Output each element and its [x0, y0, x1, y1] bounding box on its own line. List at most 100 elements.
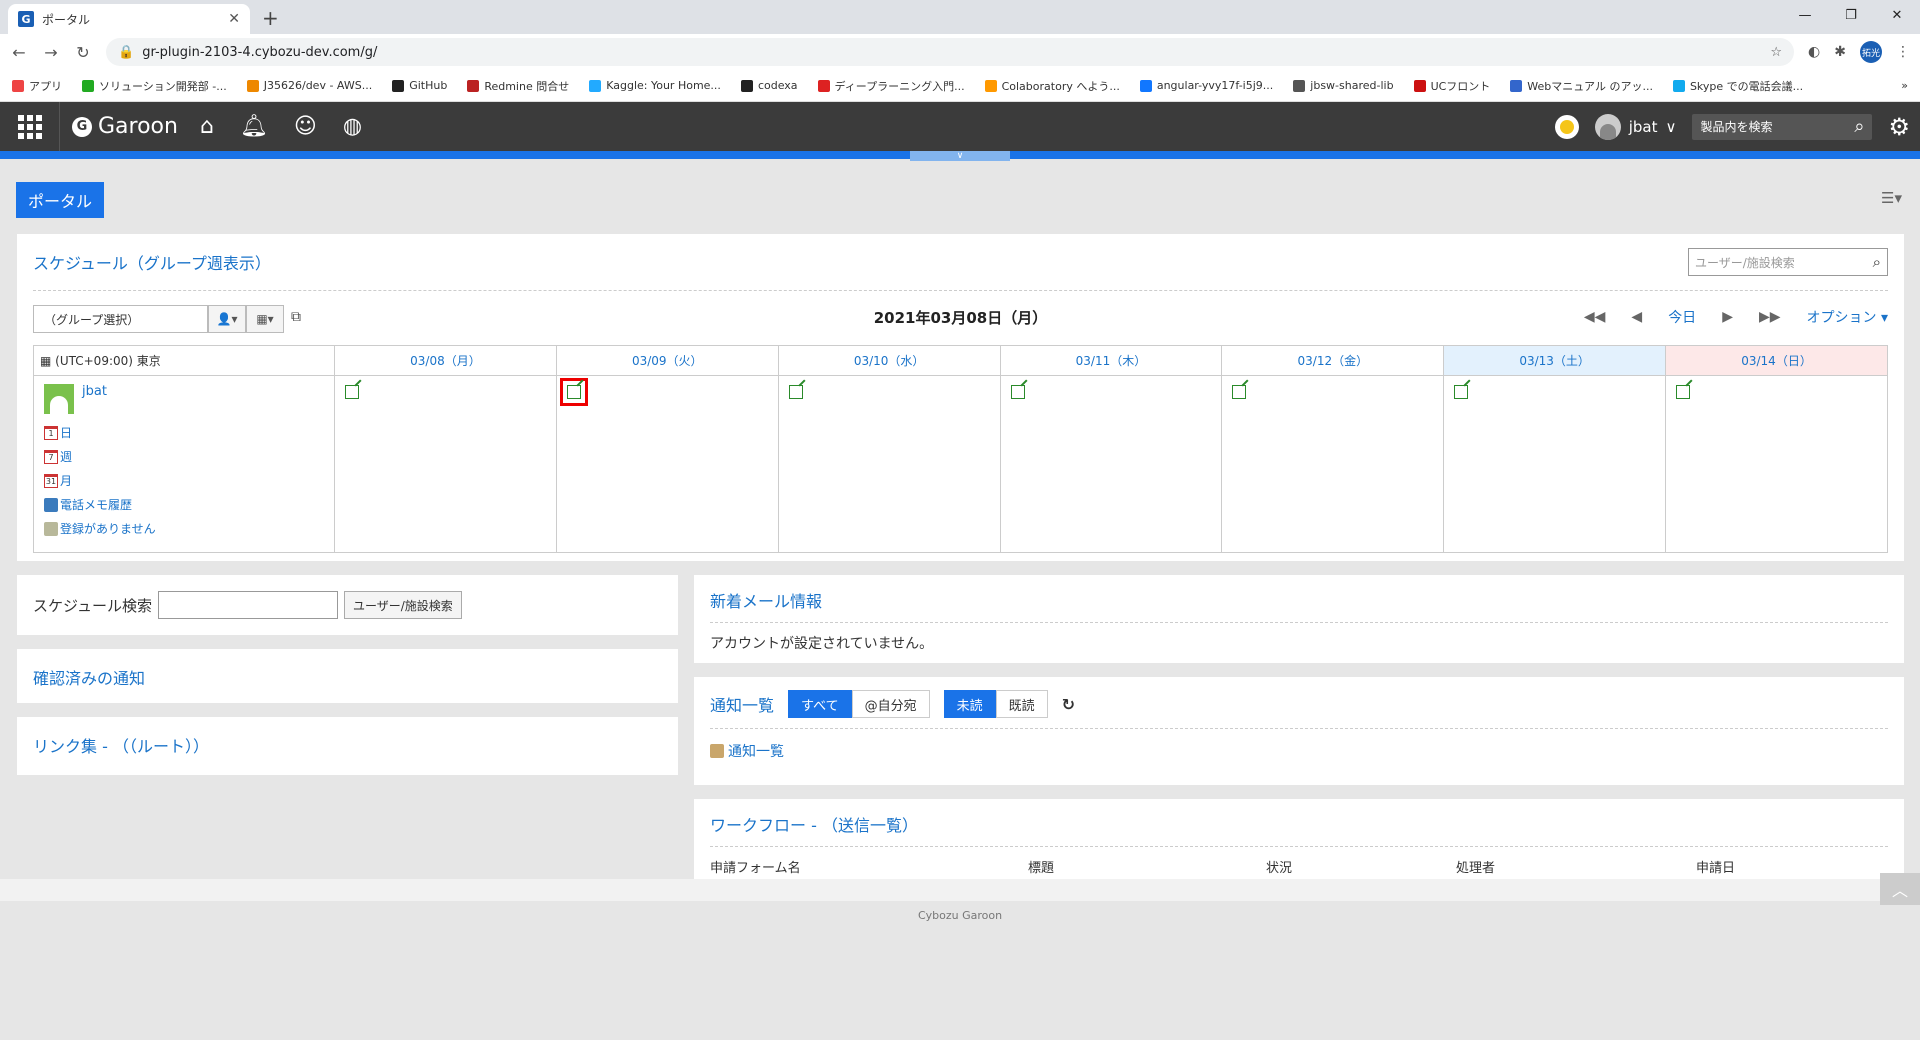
- add-appointment-icon[interactable]: [1232, 385, 1247, 399]
- add-appointment-icon[interactable]: [788, 385, 803, 399]
- next-week-icon[interactable]: ▶▶: [1759, 309, 1781, 325]
- column-header[interactable]: 申請日: [1696, 857, 1735, 876]
- bookmark-item[interactable]: J35626/dev - AWS...: [246, 79, 372, 92]
- schedule-table: ▦ (UTC+09:00) 東京 03/08（月） 03/09（火） 03/10…: [33, 345, 1888, 553]
- user-menu[interactable]: jbat ∨: [1594, 113, 1676, 140]
- bookmark-item[interactable]: Webマニュアル のアッ...: [1510, 78, 1653, 94]
- workflow-title[interactable]: ワークフロー - （送信一覧）: [710, 816, 918, 835]
- browser-tab[interactable]: G ポータル ✕: [8, 4, 250, 34]
- schedule-search-input[interactable]: [157, 591, 338, 619]
- bookmark-label: UCフロント: [1430, 79, 1491, 93]
- mail-title[interactable]: 新着メール情報: [710, 592, 822, 611]
- close-window-icon[interactable]: ✕: [1874, 0, 1920, 30]
- bookmark-label: angular-yvy17f-i5j9...: [1156, 79, 1274, 92]
- day-header[interactable]: 03/11（木）: [999, 345, 1223, 376]
- day-header-saturday[interactable]: 03/13（土）: [1443, 345, 1667, 376]
- portal-tab[interactable]: ポータル: [16, 182, 104, 218]
- prev-day-icon[interactable]: ◀: [1631, 309, 1642, 325]
- week-view-link[interactable]: 週: [60, 448, 72, 465]
- notification-list-link[interactable]: 通知一覧: [728, 741, 784, 761]
- extension-icon[interactable]: ◐: [1808, 44, 1820, 60]
- filter-read-button[interactable]: 既読: [995, 690, 1048, 718]
- search-icon[interactable]: ⌕: [1854, 116, 1864, 137]
- restore-icon[interactable]: ❐: [1828, 0, 1874, 30]
- bookmark-item[interactable]: Skype での電話会議...: [1672, 78, 1803, 94]
- list-menu-icon[interactable]: ☰▾: [1881, 189, 1902, 207]
- bookmark-item[interactable]: アプリ: [12, 78, 62, 94]
- today-link[interactable]: 今日: [1668, 307, 1696, 327]
- schedule-title[interactable]: スケジュール（グループ週表示）: [33, 250, 1888, 274]
- day-header[interactable]: 03/10（水）: [777, 345, 1001, 376]
- bookmark-item[interactable]: Redmine 問合せ: [467, 78, 569, 94]
- gear-icon[interactable]: ⚙: [1888, 113, 1910, 141]
- calendar-month-icon: 31: [44, 473, 58, 488]
- garoon-logo[interactable]: G Garoon: [72, 114, 178, 139]
- filter-all-button[interactable]: すべて: [788, 690, 852, 718]
- globe-icon[interactable]: ◍: [343, 114, 362, 139]
- minimize-icon[interactable]: —: [1782, 0, 1828, 30]
- day-cell: [1221, 375, 1445, 553]
- phone-memo-link[interactable]: 電話メモ履歴: [60, 496, 132, 513]
- profile-avatar[interactable]: 拓光: [1860, 41, 1882, 63]
- back-icon[interactable]: ←: [10, 43, 28, 62]
- kebab-menu-icon[interactable]: ⋮: [1896, 44, 1910, 60]
- reload-icon[interactable]: ↻: [74, 43, 92, 62]
- day-view-link[interactable]: 日: [60, 424, 72, 441]
- date-navigation: ◀◀ ◀ 今日 ▶ ▶▶ オプション ▾: [1584, 307, 1888, 327]
- day-header[interactable]: 03/12（金）: [1221, 345, 1445, 376]
- scroll-to-top-button[interactable]: ︿: [1880, 873, 1920, 905]
- confirmed-notifications-title[interactable]: 確認済みの通知: [33, 669, 145, 688]
- product-search-input[interactable]: 製品内を検索 ⌕: [1692, 113, 1873, 140]
- refresh-icon[interactable]: ↻: [1062, 695, 1075, 714]
- home-icon[interactable]: ⌂: [200, 114, 214, 139]
- add-appointment-icon[interactable]: [1676, 385, 1691, 399]
- search-icon[interactable]: ⌕: [1873, 253, 1881, 271]
- column-header[interactable]: 申請フォーム名: [710, 857, 1028, 876]
- more-bookmarks-icon[interactable]: »: [1901, 79, 1908, 92]
- user-facility-search-button[interactable]: ユーザー/施設検索: [343, 591, 462, 619]
- prev-week-icon[interactable]: ◀◀: [1584, 309, 1606, 325]
- user-avatar: [44, 384, 74, 414]
- bookmark-item[interactable]: jbsw-shared-lib: [1293, 79, 1394, 92]
- add-appointment-icon[interactable]: [1010, 385, 1025, 399]
- no-registration-link[interactable]: 登録がありません: [60, 520, 156, 537]
- user-facility-search-input[interactable]: ユーザー/施設検索 ⌕: [1688, 248, 1888, 276]
- bookmark-item[interactable]: angular-yvy17f-i5j9...: [1139, 79, 1274, 92]
- app-menu-button[interactable]: [0, 102, 60, 151]
- bookmark-item[interactable]: GitHub: [392, 79, 447, 92]
- notifications-title[interactable]: 通知一覧: [710, 692, 774, 716]
- new-tab-icon[interactable]: +: [262, 6, 279, 30]
- status-coin-icon[interactable]: [1554, 114, 1579, 139]
- smiley-icon[interactable]: ☺: [294, 114, 317, 139]
- add-appointment-icon[interactable]: [1454, 385, 1469, 399]
- logo-text: Garoon: [98, 114, 178, 139]
- bell-icon[interactable]: 🔔︎: [240, 114, 268, 139]
- column-header[interactable]: 状況: [1266, 857, 1456, 876]
- url-field[interactable]: 🔒 gr-plugin-2103-4.cybozu-dev.com/g/ ☆: [106, 38, 1795, 66]
- next-day-icon[interactable]: ▶: [1722, 309, 1733, 325]
- bookmark-item[interactable]: ディープラーニング入門...: [817, 78, 965, 94]
- links-title[interactable]: リンク集 - （（ルート））: [33, 737, 209, 756]
- bookmark-item[interactable]: ソリューション開発部 -...: [82, 78, 227, 94]
- add-appointment-icon-highlighted[interactable]: [559, 378, 588, 406]
- option-link[interactable]: オプション ▾: [1807, 307, 1888, 327]
- bookmark-item[interactable]: codexa: [740, 79, 798, 92]
- bookmark-star-icon[interactable]: ☆: [1770, 45, 1782, 60]
- puzzle-icon[interactable]: ✱: [1834, 44, 1846, 60]
- month-view-link[interactable]: 月: [60, 472, 72, 489]
- add-appointment-icon[interactable]: [345, 385, 359, 399]
- bookmark-item[interactable]: Kaggle: Your Home...: [589, 79, 721, 92]
- day-header-sunday[interactable]: 03/14（日）: [1665, 345, 1888, 376]
- filter-unread-button[interactable]: 未読: [943, 690, 996, 718]
- column-header[interactable]: 標題: [1028, 857, 1266, 876]
- forward-icon[interactable]: →: [42, 43, 60, 62]
- day-header[interactable]: 03/09（火）: [555, 345, 779, 376]
- filter-mine-button[interactable]: @自分宛: [851, 690, 930, 718]
- bookmark-favicon-icon: [740, 79, 753, 92]
- bookmark-item[interactable]: Colaboratory へよう...: [984, 78, 1120, 94]
- bookmark-item[interactable]: UCフロント: [1413, 78, 1491, 94]
- close-tab-icon[interactable]: ✕: [228, 11, 240, 27]
- day-header[interactable]: 03/08（月）: [334, 345, 557, 376]
- column-header[interactable]: 処理者: [1456, 857, 1696, 876]
- user-link[interactable]: jbat: [82, 384, 107, 399]
